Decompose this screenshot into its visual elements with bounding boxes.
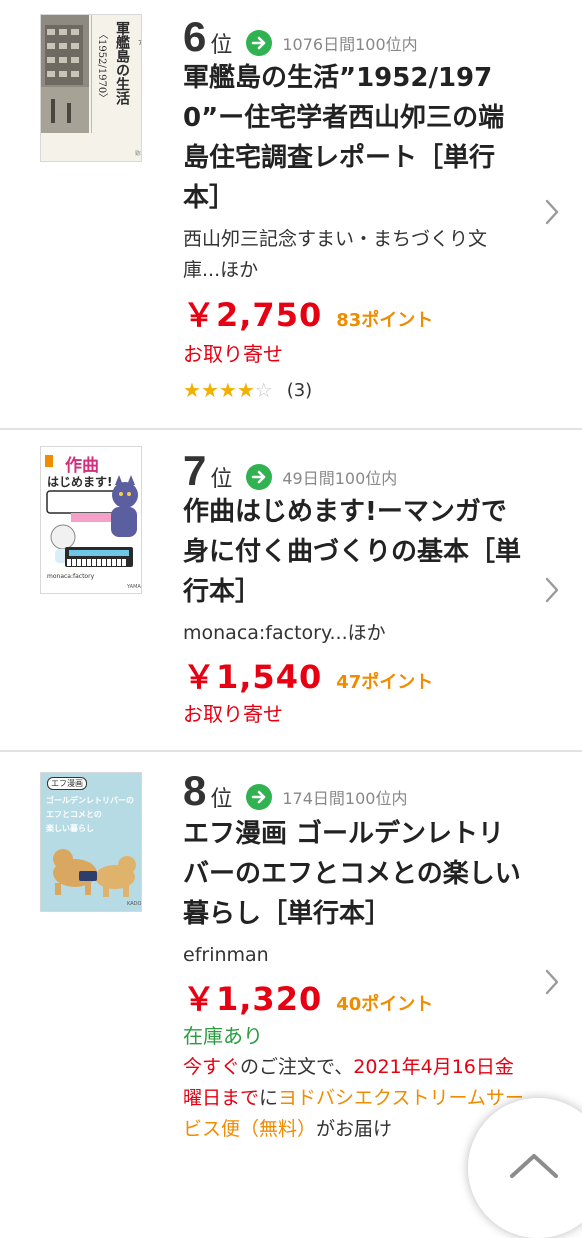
- svg-text:勁草: 勁草: [135, 150, 142, 157]
- stock-status: 在庫あり: [183, 1024, 263, 1048]
- chevron-right-icon[interactable]: [544, 198, 560, 226]
- delivery-estimate: 今すぐのご注文で、2021年4月16日金曜日までにヨドバシエクストリームサービス…: [183, 1052, 528, 1145]
- chevron-right-icon[interactable]: [544, 968, 560, 996]
- rank-unit: 位: [210, 33, 233, 58]
- product-title[interactable]: 作曲はじめます!ーマンガで身に付く曲づくりの基本［単行本］: [183, 492, 523, 612]
- delivery-text-3: がお届け: [316, 1118, 393, 1140]
- delivery-text-1: のご注文で、: [240, 1056, 354, 1078]
- product-points: 83ポイント: [336, 310, 434, 331]
- cover-title-bottom: はじめます!: [47, 475, 113, 489]
- star-filled-icon: ★: [200, 378, 219, 402]
- price-row: ￥1,320 40ポイント: [183, 974, 433, 1020]
- product-price: ￥2,750: [183, 296, 323, 334]
- price-row: ￥2,750 83ポイント: [183, 290, 433, 336]
- delivery-text-2: に: [259, 1087, 279, 1109]
- product-points: 40ポイント: [336, 994, 434, 1015]
- cover-years: 〈1952/1970〉: [96, 29, 107, 104]
- price-row: ￥1,540 47ポイント: [183, 652, 433, 698]
- star-filled-icon: ★: [183, 378, 201, 402]
- stock-status: お取り寄せ: [183, 342, 283, 366]
- book-cover-image[interactable]: KADOKAWA エフ漫画 ゴールデンレトリバーの エフとコメとの 楽しい暮らし: [40, 772, 142, 912]
- svg-text:7: 7: [138, 39, 142, 47]
- cover-badge: エフ漫画: [47, 777, 87, 790]
- rank-duration: 49日間100位内: [282, 469, 398, 488]
- arrow-right-icon: [246, 30, 273, 56]
- stock-status: お取り寄せ: [183, 702, 283, 726]
- rank-unit: 位: [210, 787, 233, 812]
- cover-title-main: 軍艦島の生活: [114, 21, 130, 105]
- rank-number: 7: [183, 447, 207, 494]
- product-price: ￥1,540: [183, 658, 323, 696]
- product-author: 西山夘三記念すまい・まちづくり文庫...ほか: [183, 228, 488, 281]
- book-cover-image[interactable]: 7 勁草 軍艦島の生活 〈1952/1970〉: [40, 14, 142, 162]
- arrow-right-icon: [246, 784, 273, 810]
- rank-row: 6 位 1076日間100位内: [183, 12, 418, 58]
- cover-title-line1: ゴールデンレトリバーの: [46, 796, 134, 805]
- cover-subtitle: 〈1952/1970〉: [95, 29, 109, 103]
- chevron-up-icon: [510, 1154, 558, 1178]
- cover-title-line3: 楽しい暮らし: [46, 824, 94, 833]
- arrow-right-icon: [246, 464, 273, 490]
- review-count: (3): [286, 379, 313, 401]
- rank-duration: 1076日間100位内: [282, 35, 418, 54]
- cover-title-line2: エフとコメとの: [46, 810, 102, 819]
- rank-row: 8 位 174日間100位内: [183, 766, 407, 812]
- rank-row: 7 位 49日間100位内: [183, 446, 397, 492]
- rating-stars[interactable]: ★ ★ ★ ★ ☆ (3): [183, 378, 312, 402]
- rank-unit: 位: [210, 467, 233, 492]
- ranking-item-7[interactable]: YAMAHA 作曲 はじめます! monaca:factory 7 位 49日間…: [0, 430, 582, 750]
- rank-duration: 174日間100位内: [282, 789, 408, 808]
- cover-credit: monaca:factory: [47, 573, 95, 580]
- product-author: monaca:factory...ほか: [183, 622, 386, 644]
- product-author: efrinman: [183, 944, 269, 966]
- svg-text:KADOKAWA: KADOKAWA: [127, 901, 141, 907]
- star-filled-icon: ★: [218, 378, 237, 402]
- star-filled-icon: ★: [236, 378, 255, 402]
- book-cover-image[interactable]: YAMAHA 作曲 はじめます! monaca:factory: [40, 446, 142, 594]
- ranking-item-6[interactable]: 7 勁草 軍艦島の生活 〈1952/1970〉 6 位 1076日間100位内 …: [0, 0, 582, 428]
- chevron-right-icon[interactable]: [544, 576, 560, 604]
- rank-number: 6: [183, 13, 207, 60]
- delivery-now: 今すぐ: [183, 1056, 241, 1078]
- cover-title: 軍艦島の生活: [111, 21, 131, 105]
- product-title[interactable]: 軍艦島の生活”1952/1970”ー住宅学者西山夘三の端島住宅調査レポート［単行…: [183, 58, 523, 218]
- star-empty-icon: ☆: [254, 378, 273, 402]
- rank-number: 8: [183, 767, 207, 814]
- cover-illustration: KADOKAWA: [41, 773, 141, 911]
- svg-text:YAMAHA: YAMAHA: [126, 584, 141, 590]
- product-price: ￥1,320: [183, 980, 323, 1018]
- product-points: 47ポイント: [336, 672, 434, 693]
- product-title[interactable]: エフ漫画 ゴールデンレトリバーのエフとコメとの楽しい暮らし［単行本］: [183, 814, 523, 934]
